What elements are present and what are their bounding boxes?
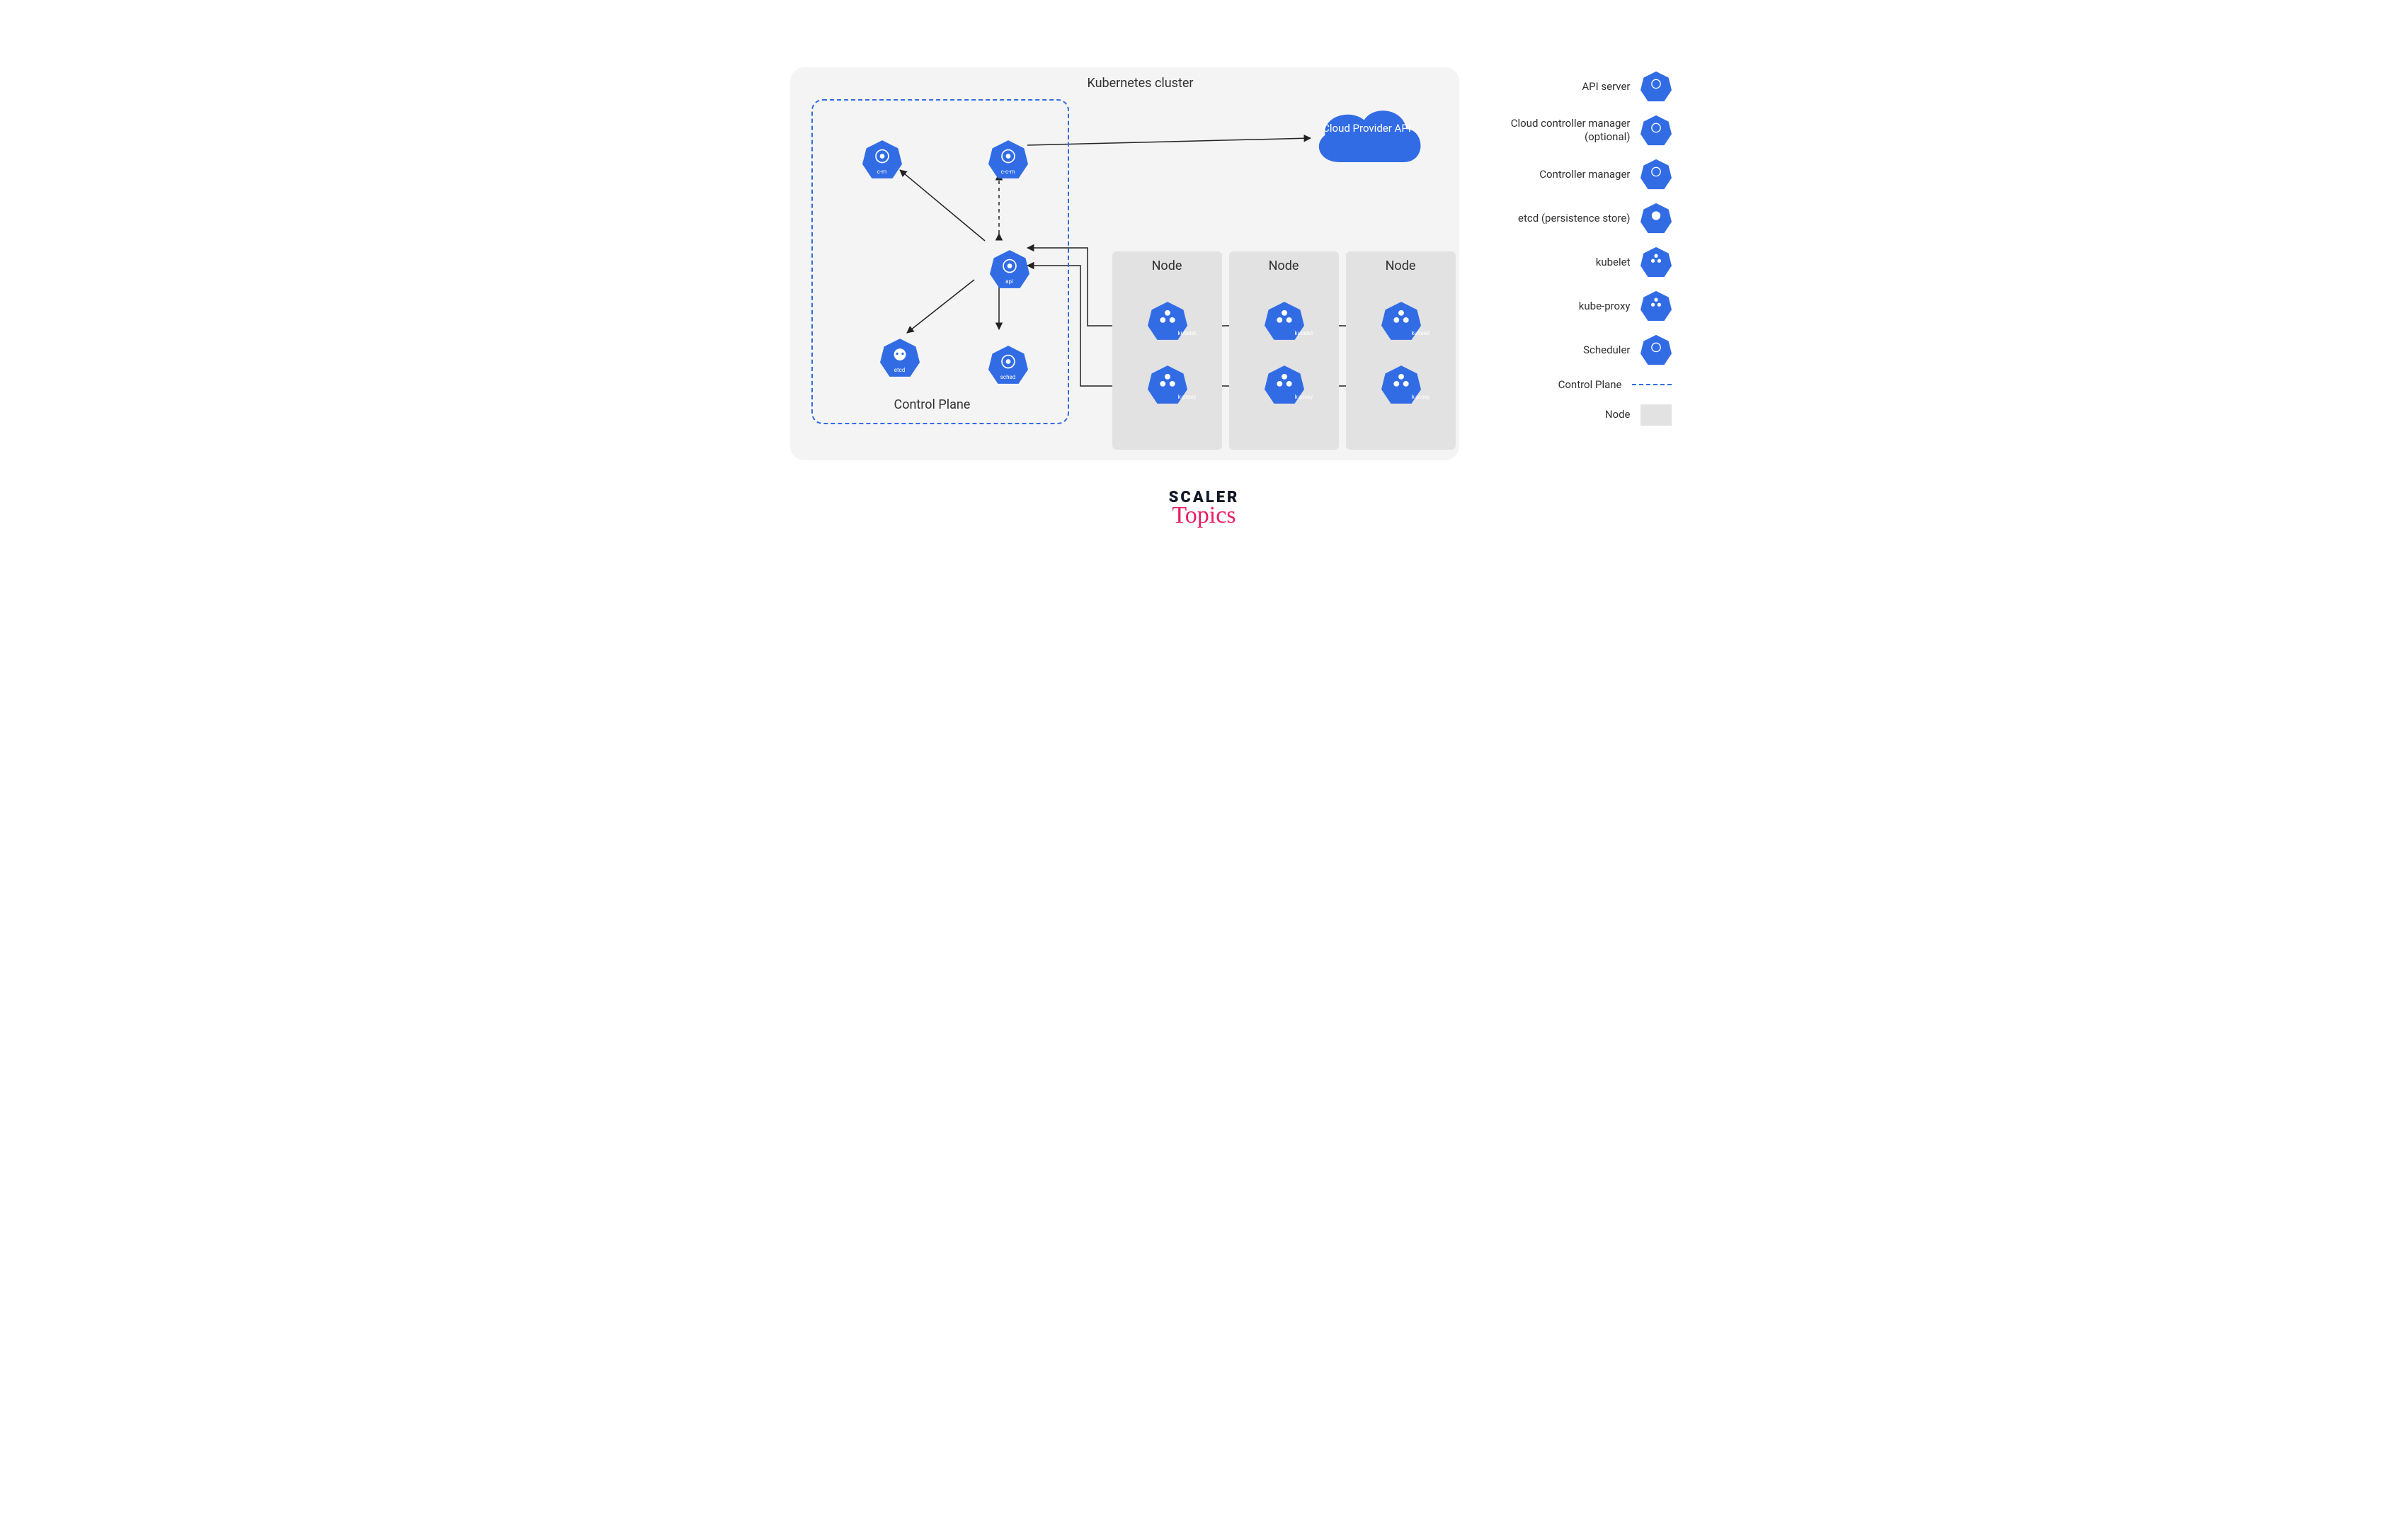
node-swatch-icon bbox=[1640, 404, 1672, 426]
heptagon-icon: api bbox=[1640, 71, 1672, 102]
heptagon-icon: k-proxy bbox=[1640, 290, 1672, 322]
control-plane-label: Control Plane bbox=[894, 397, 971, 412]
legend-item: kubelet kubelet bbox=[1495, 246, 1672, 278]
cloud-icon: Cloud Provider API bbox=[1307, 99, 1427, 177]
diagram-canvas: Kubernetes cluster Con bbox=[723, 0, 1686, 595]
sched-icon: sched bbox=[988, 345, 1028, 385]
kubelet-icon: kubelet bbox=[1148, 301, 1187, 341]
etcd-icon: etcd bbox=[880, 338, 920, 377]
node-box-3: Node kubelet k-proxy bbox=[1346, 251, 1456, 450]
api-icon: api bbox=[990, 249, 1029, 289]
cm-icon: c-m bbox=[862, 140, 902, 179]
control-plane-box: Control Plane c-m c-c-m api etcd sched bbox=[811, 99, 1069, 424]
kproxy-icon: k-proxy bbox=[1265, 365, 1304, 404]
dashed-line-icon bbox=[1632, 384, 1672, 385]
kubelet-icon: kubelet bbox=[1381, 301, 1421, 341]
brand-logo: SCALER Topics bbox=[723, 489, 1686, 529]
node-box-2: Node kubelet k-proxy bbox=[1229, 251, 1339, 450]
legend: API server api Cloud controller manager … bbox=[1495, 71, 1672, 438]
kproxy-icon: k-proxy bbox=[1148, 365, 1187, 404]
legend-item: Control Plane bbox=[1495, 378, 1672, 392]
legend-item: kube-proxy k-proxy bbox=[1495, 290, 1672, 322]
legend-item: etcd (persistence store) etcd bbox=[1495, 203, 1672, 234]
node-box-1: Node kubelet k-proxy bbox=[1112, 251, 1222, 450]
kproxy-icon: k-proxy bbox=[1381, 365, 1421, 404]
heptagon-icon: c-m bbox=[1640, 159, 1672, 190]
cluster-title: Kubernetes cluster bbox=[1088, 76, 1194, 91]
heptagon-icon: kubelet bbox=[1640, 246, 1672, 278]
legend-item: Cloud controller manager (optional) c-c-… bbox=[1495, 115, 1672, 146]
legend-item: Node bbox=[1495, 404, 1672, 426]
heptagon-icon: c-c-m bbox=[1640, 115, 1672, 146]
heptagon-icon: etcd bbox=[1640, 203, 1672, 234]
cluster-box: Kubernetes cluster Con bbox=[790, 67, 1459, 460]
legend-item: API server api bbox=[1495, 71, 1672, 102]
legend-item: Scheduler sched bbox=[1495, 334, 1672, 365]
ccm-icon: c-c-m bbox=[988, 140, 1028, 179]
heptagon-icon: sched bbox=[1640, 334, 1672, 365]
kubelet-icon: kubelet bbox=[1265, 301, 1304, 341]
cloud-label: Cloud Provider API bbox=[1307, 122, 1427, 135]
legend-item: Controller manager c-m bbox=[1495, 159, 1672, 190]
